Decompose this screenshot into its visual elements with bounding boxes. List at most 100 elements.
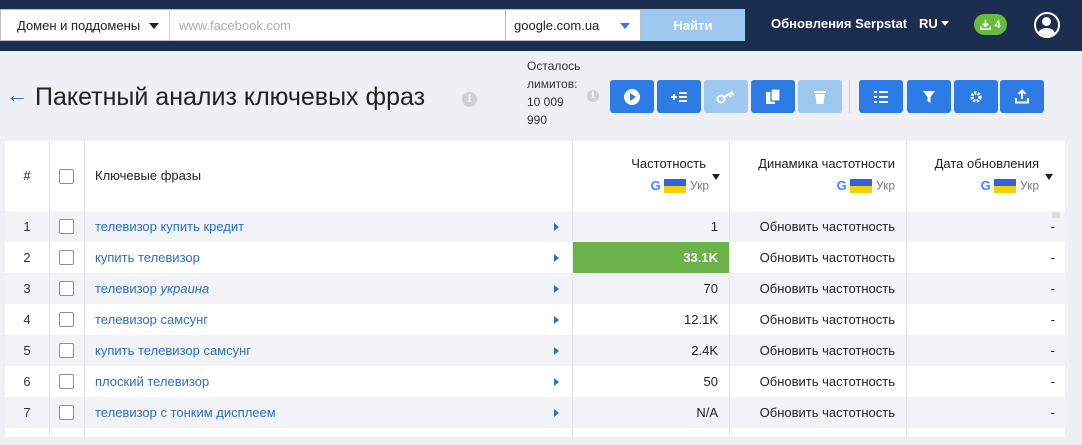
google-icon: G (980, 178, 991, 194)
google-icon: G (650, 178, 661, 194)
find-button[interactable]: Найти (641, 9, 745, 41)
keyword-text: телевизор купить кредит (95, 219, 245, 234)
region-name: Укр (875, 178, 895, 193)
region-name: Укр (689, 178, 709, 193)
ukraine-flag-icon (664, 178, 687, 193)
column-divider (729, 141, 730, 437)
update-frequency-link[interactable]: Обновить частотность (730, 211, 907, 242)
row-checkbox[interactable] (59, 250, 74, 265)
keywords-table: # Ключевые фразы Частотность G Укр Динам… (5, 141, 1065, 437)
column-divider (49, 141, 50, 437)
export-button[interactable] (1000, 80, 1044, 113)
columns-icon (874, 90, 888, 103)
filter-icon (923, 90, 935, 103)
col-header-keyword[interactable]: Ключевые фразы (95, 141, 201, 210)
col-header-num: # (23, 168, 31, 183)
keyword-link[interactable]: телевизор украина (95, 273, 209, 304)
search-engine-select[interactable]: google.com.ua (505, 9, 641, 41)
delete-button[interactable] (798, 80, 842, 113)
row-checkbox[interactable] (59, 405, 74, 420)
chevron-down-icon (149, 23, 159, 29)
google-icon: G (836, 178, 847, 194)
update-date: - (1050, 219, 1055, 234)
keyword-text: купить телевизор (95, 250, 200, 265)
sort-down-icon (712, 174, 720, 180)
sort-down-icon (1045, 174, 1053, 180)
col-header-date[interactable]: Дата обновления G Укр (907, 141, 1065, 210)
filter-button[interactable] (907, 80, 951, 113)
settings-icon (970, 90, 982, 103)
keyword-text-italic: украина (160, 281, 210, 296)
back-arrow-icon[interactable]: ← (6, 84, 28, 106)
downloads-button[interactable]: 4 (974, 14, 1007, 35)
settings-button[interactable] (954, 80, 998, 113)
domain-mode-select[interactable]: Домен и поддомены (0, 9, 170, 41)
toolbar-divider (849, 80, 850, 113)
info-icon[interactable]: i (587, 90, 599, 102)
limits-value: 990 (527, 113, 548, 127)
columns-button[interactable] (859, 80, 903, 113)
col-header-dynamics-label: Динамика частотности (758, 156, 895, 171)
row-number: 1 (23, 219, 31, 234)
ukraine-flag-icon (850, 178, 873, 193)
keyword-text: купить телевизор самсунг (95, 343, 252, 358)
keyword-link[interactable]: телевизор с тонким дисплеем (95, 397, 276, 428)
language-label: RU (919, 16, 938, 31)
update-frequency-link[interactable]: Обновить частотность (730, 335, 907, 366)
expand-arrow-icon[interactable] (554, 285, 559, 293)
row-checkbox[interactable] (59, 281, 74, 296)
copy-button[interactable] (751, 80, 795, 113)
info-icon[interactable]: i (462, 92, 477, 107)
keyword-button[interactable] (704, 80, 748, 113)
scrollbar-thumb[interactable] (1052, 212, 1060, 218)
limits-line: лимитов: (527, 77, 578, 91)
update-date: - (1050, 312, 1055, 327)
update-date: - (1050, 343, 1055, 358)
region-label: G Укр (981, 177, 1039, 193)
keyword-link[interactable]: плоский телевизор (95, 366, 209, 397)
col-header-freq[interactable]: Частотность G Укр (573, 141, 730, 210)
row-checkbox[interactable] (59, 312, 74, 327)
expand-arrow-icon[interactable] (554, 316, 559, 324)
row-checkbox[interactable] (59, 219, 74, 234)
frequency-value: 33.1K (573, 242, 730, 273)
top-bar: Домен и поддомены google.com.ua Найти Об… (0, 0, 1082, 51)
col-header-freq-label: Частотность (631, 156, 706, 171)
add-keywords-button[interactable] (657, 80, 701, 113)
update-frequency-link[interactable]: Обновить частотность (730, 397, 907, 428)
update-frequency-link[interactable]: Обновить частотность (730, 242, 907, 273)
limits-remaining: Осталось лимитов: 10 009 990 (527, 57, 587, 129)
update-date: - (1050, 250, 1055, 265)
expand-arrow-icon[interactable] (554, 378, 559, 386)
row-checkbox[interactable] (59, 374, 74, 389)
update-frequency-link[interactable]: Обновить частотность (730, 273, 907, 304)
updates-link[interactable]: Обновления Serpstat (771, 16, 907, 31)
update-date: - (1050, 405, 1055, 420)
row-checkbox[interactable] (59, 343, 74, 358)
run-button[interactable] (610, 80, 654, 113)
keyword-link[interactable]: купить телевизор (95, 242, 200, 273)
frequency-value: 12.1K (684, 312, 718, 327)
play-icon (624, 88, 640, 105)
user-avatar-icon[interactable] (1034, 12, 1060, 38)
keyword-link[interactable]: купить телевизор самсунг (95, 335, 251, 366)
row-number: 7 (23, 405, 31, 420)
keyword-link[interactable]: телевизор самсунг (95, 304, 208, 335)
update-frequency-link[interactable]: Обновить частотность (730, 366, 907, 397)
domain-search-input[interactable] (170, 9, 506, 41)
keyword-text: телевизор с тонким дисплеем (95, 405, 276, 420)
region-name: Укр (1019, 178, 1039, 193)
expand-arrow-icon[interactable] (554, 223, 559, 231)
chevron-down-icon (620, 23, 630, 29)
expand-arrow-icon[interactable] (554, 254, 559, 262)
expand-arrow-icon[interactable] (554, 409, 559, 417)
update-date: - (1050, 281, 1055, 296)
col-header-dynamics[interactable]: Динамика частотности G Укр (730, 141, 907, 210)
expand-arrow-icon[interactable] (554, 347, 559, 355)
update-frequency-link[interactable]: Обновить частотность (730, 304, 907, 335)
limits-line: Осталось (527, 59, 581, 73)
row-number: 3 (23, 281, 31, 296)
col-header-date-label: Дата обновления (934, 156, 1039, 171)
keyword-link[interactable]: телевизор купить кредит (95, 211, 244, 242)
language-select[interactable]: RU (919, 16, 949, 31)
